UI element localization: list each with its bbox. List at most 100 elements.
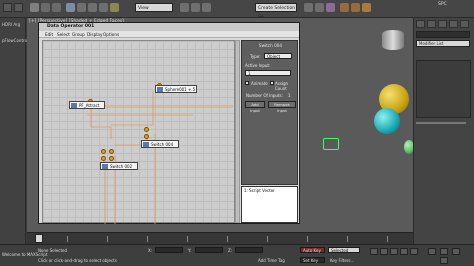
set-key-label: Set Key [303, 258, 319, 263]
cylinder-object[interactable] [382, 30, 404, 50]
left-panel-item-2[interactable]: pFlowControl [2, 38, 28, 43]
unlink-icon[interactable] [41, 3, 50, 12]
goto-end-icon[interactable] [410, 248, 418, 255]
view-combo[interactable]: View [135, 3, 173, 12]
orbit-icon[interactable] [452, 248, 460, 255]
modifier-list-label: Modifier List [419, 41, 444, 46]
menu-display[interactable]: Display [87, 32, 102, 37]
menu-options[interactable]: Options [103, 32, 119, 37]
render-setup-icon[interactable] [340, 3, 349, 12]
layer-icon[interactable] [202, 3, 211, 12]
auto-key-button[interactable]: Auto Key [300, 247, 325, 253]
script-output-box[interactable]: 1: Script Vector [241, 186, 298, 223]
timeline-tick [227, 236, 228, 242]
display-tab-icon[interactable] [460, 20, 469, 28]
modifier-list-dropdown[interactable]: Modifier List [416, 40, 470, 47]
prev-frame-icon[interactable] [380, 248, 388, 255]
input-port[interactable] [144, 127, 149, 132]
input-port[interactable] [109, 149, 114, 154]
transform-gizmo[interactable] [323, 138, 339, 150]
input-port[interactable] [144, 134, 149, 139]
play-icon[interactable] [390, 248, 398, 255]
active-input-field[interactable]: 1 [245, 70, 291, 76]
menu-edit[interactable]: Edit [45, 32, 53, 37]
schematic-icon[interactable] [315, 3, 324, 12]
operator-icon [71, 103, 77, 108]
timeline-bar[interactable] [27, 232, 413, 244]
move-icon[interactable] [77, 3, 86, 12]
selected-dropdown[interactable]: Selected [328, 247, 360, 253]
undo-icon[interactable] [3, 3, 12, 12]
active-input-value: 1 [248, 71, 251, 76]
input-port[interactable] [109, 156, 114, 161]
node-canvas[interactable]: PF_Attract Sphere001 + 5 Switch 004 Swit… [42, 40, 235, 224]
named-selection-combo[interactable]: Create Selection Se [255, 3, 297, 20]
link-icon[interactable] [30, 3, 39, 12]
left-panel-item-1[interactable]: HDRI Arg [2, 22, 20, 27]
snap-icon[interactable] [110, 3, 119, 12]
hierarchy-tab-icon[interactable] [438, 20, 447, 28]
selection-status: None Selected [38, 248, 68, 253]
node-pf-attract[interactable]: PF_Attract [69, 101, 105, 109]
object-name-field[interactable] [416, 31, 470, 38]
node-switch-002[interactable]: Switch 002 [100, 162, 138, 170]
remove-input-button[interactable]: Remove Input [268, 101, 296, 113]
add-time-tag-button[interactable]: Add Time Tag [258, 258, 285, 263]
menu-select[interactable]: Select [57, 32, 70, 37]
wire-pfattract-switch002 [90, 105, 112, 139]
main-toolbar: View Create Selection Se SPC [0, 0, 474, 20]
scale-icon[interactable] [99, 3, 108, 12]
material-icon[interactable] [326, 3, 335, 12]
goto-start-icon[interactable] [370, 248, 378, 255]
node-switch-004[interactable]: Switch 004 [141, 140, 179, 148]
motion-tab-icon[interactable] [449, 20, 458, 28]
time-slider[interactable] [35, 234, 43, 243]
animate-checkbox[interactable] [245, 81, 249, 85]
node-wires [73, 91, 233, 224]
bind-icon[interactable] [52, 3, 61, 12]
type-select[interactable]: Object [264, 53, 292, 59]
set-key-button[interactable]: Set Key [300, 257, 325, 263]
canvas-scrollbar[interactable] [235, 40, 240, 223]
mirror-icon[interactable] [180, 3, 189, 12]
node-label: Sphere001 + 5 [165, 87, 196, 92]
dialog-title: Data Operator 001 [39, 23, 299, 31]
render-production-icon[interactable] [362, 3, 371, 12]
modifier-stack[interactable] [416, 60, 471, 118]
dialog-menu-bar: Edit Select Group Display Options [39, 31, 299, 38]
input-port[interactable] [101, 156, 106, 161]
node-sphere[interactable]: Sphere001 + 5 [155, 85, 197, 93]
pan-icon[interactable] [440, 248, 448, 255]
number-of-inputs-value: 1 [288, 93, 291, 98]
zoom-icon[interactable] [428, 248, 436, 255]
render-icon[interactable] [351, 3, 360, 12]
timeline-tick [267, 236, 268, 242]
select-icon[interactable] [66, 3, 75, 12]
operator-icon [102, 164, 108, 169]
x-coordinate-field[interactable] [155, 247, 183, 253]
curve-editor-icon[interactable] [304, 3, 313, 12]
rotate-icon[interactable] [88, 3, 97, 12]
modify-tab-icon[interactable] [427, 20, 436, 28]
create-tab-icon[interactable] [416, 20, 425, 28]
maximize-viewport-icon[interactable] [440, 257, 448, 264]
timeline-tick [67, 236, 68, 242]
redo-icon[interactable] [14, 3, 23, 12]
number-of-inputs-label: Number Of Inputs: [246, 93, 283, 98]
wire-sphere-switch002 [111, 91, 154, 126]
cyan-sphere[interactable] [374, 108, 400, 134]
y-coordinate-field[interactable] [195, 247, 223, 253]
add-input-button[interactable]: Add Input [245, 101, 265, 113]
z-label: Z: [228, 248, 233, 253]
key-filters-button[interactable]: Key Filters... [330, 258, 354, 263]
next-frame-icon[interactable] [400, 248, 408, 255]
menu-group[interactable]: Group [72, 32, 85, 37]
type-label: Type: [250, 54, 261, 59]
panel-divider [416, 122, 466, 124]
align-icon[interactable] [191, 3, 200, 12]
input-port[interactable] [101, 149, 106, 154]
assign-count-checkbox[interactable] [270, 81, 274, 85]
timeline-tick [187, 236, 188, 242]
z-coordinate-field[interactable] [235, 247, 263, 253]
properties-pane: Switch 004 Type: Object Active Input: 1 … [241, 40, 298, 185]
